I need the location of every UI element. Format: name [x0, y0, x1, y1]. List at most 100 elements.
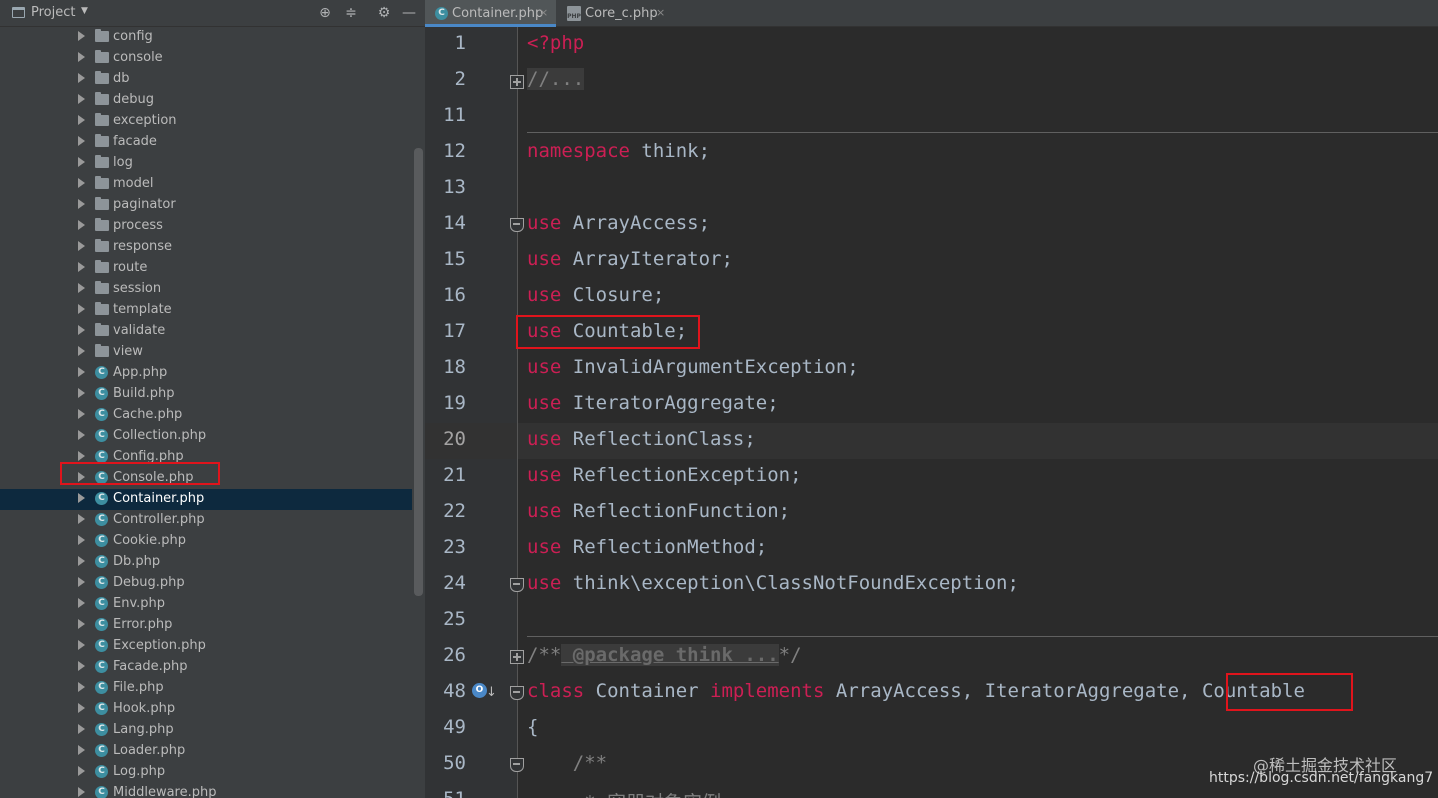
code-line[interactable]: 22 use ReflectionFunction; — [425, 495, 1438, 531]
tree-folder[interactable]: debug — [0, 90, 412, 111]
chevron-right-icon[interactable] — [78, 115, 85, 125]
chevron-right-icon[interactable] — [78, 199, 85, 209]
tree-scrollbar[interactable] — [414, 148, 423, 596]
tree-folder[interactable]: model — [0, 174, 412, 195]
code-line[interactable]: 25 — [425, 603, 1438, 639]
tree-file[interactable]: C Error.php — [0, 615, 412, 636]
chevron-right-icon[interactable] — [78, 409, 85, 419]
fold-collapse-icon[interactable] — [510, 686, 524, 700]
tree-file[interactable]: C Exception.php — [0, 636, 412, 657]
chevron-right-icon[interactable] — [78, 451, 85, 461]
tree-file[interactable]: C Container.php — [0, 489, 412, 510]
tree-folder[interactable]: facade — [0, 132, 412, 153]
chevron-right-icon[interactable] — [78, 661, 85, 671]
chevron-right-icon[interactable] — [78, 367, 85, 377]
fold-expand-icon[interactable] — [510, 650, 524, 664]
tab-container-php[interactable]: C Container.php × — [425, 0, 556, 27]
chevron-right-icon[interactable] — [78, 73, 85, 83]
tab-core-c-php[interactable]: PHP Core_c.php × — [558, 0, 670, 27]
tree-file[interactable]: C Lang.php — [0, 720, 412, 741]
chevron-right-icon[interactable] — [78, 241, 85, 251]
code-line[interactable]: 13 — [425, 171, 1438, 207]
chevron-right-icon[interactable] — [78, 682, 85, 692]
chevron-right-icon[interactable] — [78, 493, 85, 503]
tree-file[interactable]: C Cache.php — [0, 405, 412, 426]
code-line[interactable]: 19 use IteratorAggregate; — [425, 387, 1438, 423]
chevron-right-icon[interactable] — [78, 766, 85, 776]
locate-target-icon[interactable]: ⊕ — [316, 4, 334, 22]
tree-folder[interactable]: template — [0, 300, 412, 321]
chevron-right-icon[interactable] — [78, 388, 85, 398]
chevron-right-icon[interactable] — [78, 703, 85, 713]
fold-collapse-icon[interactable] — [510, 218, 524, 232]
project-view-selector[interactable]: Project — [31, 5, 75, 20]
code-line[interactable]: 16 use Closure; — [425, 279, 1438, 315]
code-line[interactable]: 14 use ArrayAccess; — [425, 207, 1438, 243]
chevron-right-icon[interactable] — [78, 745, 85, 755]
implemented-by-icon[interactable]: O ↓ — [472, 683, 497, 703]
chevron-right-icon[interactable] — [78, 262, 85, 272]
code-line[interactable]: 24 use think\exception\ClassNotFoundExcep… — [425, 567, 1438, 603]
chevron-right-icon[interactable] — [78, 136, 85, 146]
chevron-right-icon[interactable] — [78, 535, 85, 545]
tree-folder[interactable]: console — [0, 48, 412, 69]
tree-file[interactable]: C Log.php — [0, 762, 412, 783]
code-line[interactable]: 20 use ReflectionClass; — [425, 423, 1438, 459]
tree-file[interactable]: C Collection.php — [0, 426, 412, 447]
tree-file[interactable]: C Facade.php — [0, 657, 412, 678]
chevron-right-icon[interactable] — [78, 283, 85, 293]
tree-folder[interactable]: route — [0, 258, 412, 279]
code-line[interactable]: 2 //... — [425, 63, 1438, 99]
tree-folder[interactable]: process — [0, 216, 412, 237]
tree-file[interactable]: C Debug.php — [0, 573, 412, 594]
tree-folder[interactable]: validate — [0, 321, 412, 342]
code-line[interactable]: 21 use ReflectionException; — [425, 459, 1438, 495]
fold-collapse-icon[interactable] — [510, 758, 524, 772]
tree-folder[interactable]: log — [0, 153, 412, 174]
chevron-right-icon[interactable] — [78, 178, 85, 188]
tree-file[interactable]: C Db.php — [0, 552, 412, 573]
code-line[interactable]: 26 /** @package think ...*/ — [425, 639, 1438, 675]
chevron-right-icon[interactable] — [78, 640, 85, 650]
fold-expand-icon[interactable] — [510, 75, 524, 89]
chevron-down-icon[interactable]: ▼ — [81, 6, 88, 16]
tree-file[interactable]: C Loader.php — [0, 741, 412, 762]
tree-file[interactable]: C Middleware.php — [0, 783, 412, 798]
tree-file[interactable]: C Env.php — [0, 594, 412, 615]
chevron-right-icon[interactable] — [78, 619, 85, 629]
fold-collapse-icon[interactable] — [510, 578, 524, 592]
chevron-right-icon[interactable] — [78, 325, 85, 335]
project-tree[interactable]: config console db debug exception facade log mo… — [0, 27, 425, 798]
tree-folder[interactable]: config — [0, 27, 412, 48]
code-line[interactable]: 15 use ArrayIterator; — [425, 243, 1438, 279]
tree-folder[interactable]: session — [0, 279, 412, 300]
code-line[interactable]: 11 — [425, 99, 1438, 135]
code-line[interactable]: 23 use ReflectionMethod; — [425, 531, 1438, 567]
gear-icon[interactable]: ⚙ — [375, 4, 393, 22]
tree-folder[interactable]: paginator — [0, 195, 412, 216]
chevron-right-icon[interactable] — [78, 52, 85, 62]
chevron-right-icon[interactable] — [78, 304, 85, 314]
collapse-all-icon[interactable]: ≑ — [342, 4, 360, 22]
close-icon[interactable]: × — [656, 6, 665, 19]
tree-folder[interactable]: response — [0, 237, 412, 258]
chevron-right-icon[interactable] — [78, 598, 85, 608]
chevron-right-icon[interactable] — [78, 514, 85, 524]
chevron-right-icon[interactable] — [78, 31, 85, 41]
tree-folder[interactable]: view — [0, 342, 412, 363]
chevron-right-icon[interactable] — [78, 430, 85, 440]
code-line[interactable]: 18 use InvalidArgumentException; — [425, 351, 1438, 387]
chevron-right-icon[interactable] — [78, 556, 85, 566]
chevron-right-icon[interactable] — [78, 346, 85, 356]
code-line[interactable]: 12 namespace think; — [425, 135, 1438, 171]
chevron-right-icon[interactable] — [78, 157, 85, 167]
tree-file[interactable]: C File.php — [0, 678, 412, 699]
tree-file[interactable]: C Hook.php — [0, 699, 412, 720]
chevron-right-icon[interactable] — [78, 220, 85, 230]
tree-folder[interactable]: exception — [0, 111, 412, 132]
minimize-icon[interactable]: — — [400, 4, 418, 22]
chevron-right-icon[interactable] — [78, 787, 85, 797]
chevron-right-icon[interactable] — [78, 94, 85, 104]
tree-file[interactable]: C Build.php — [0, 384, 412, 405]
tree-folder[interactable]: db — [0, 69, 412, 90]
